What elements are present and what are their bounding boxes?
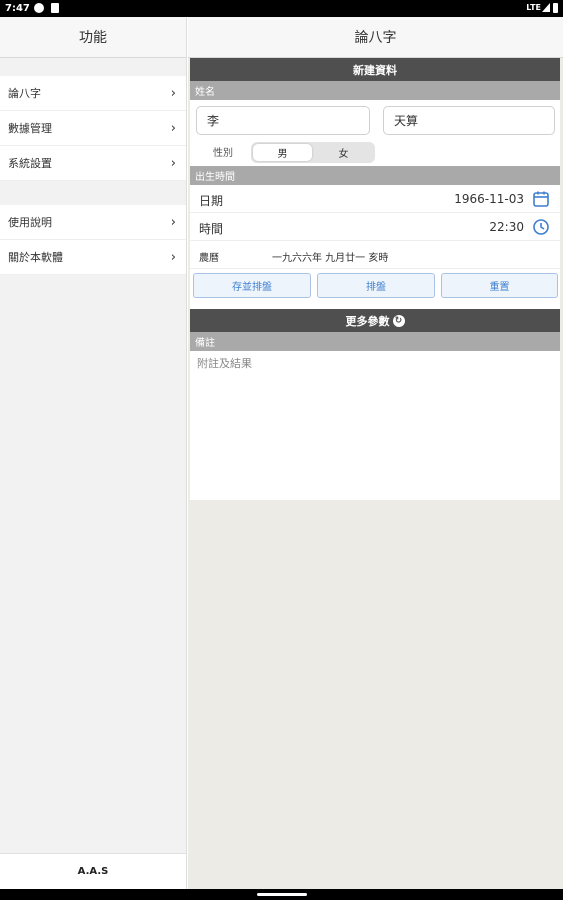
status-bar: 7:47 LTE <box>0 0 563 17</box>
sim-icon <box>51 3 59 13</box>
sidebar-item-settings[interactable]: 系統設置 › <box>0 146 186 181</box>
sidebar-item-about[interactable]: 關於本軟體 › <box>0 240 186 275</box>
home-handle[interactable] <box>257 893 307 896</box>
sidebar-footer: A.A.S <box>0 853 186 889</box>
reset-button[interactable]: 重置 <box>441 273 558 298</box>
page-title: 論八字 <box>188 17 563 58</box>
signal-icon <box>542 3 550 12</box>
gender-segmented-control: 男 女 <box>251 142 375 163</box>
chevron-right-icon: › <box>170 155 176 171</box>
sidebar-item-label: 使用說明 <box>8 216 52 229</box>
section-header-new: 新建資料 <box>190 58 560 81</box>
sidebar-group-main: 論八字 › 數據管理 › 系統設置 › <box>0 76 186 181</box>
app: 功能 論八字 › 數據管理 › 系統設置 › 使用說明 › 關於本軟體 › A.… <box>0 17 563 889</box>
time-label: 時間 <box>199 222 224 236</box>
lunar-row: 農曆 一九六六年 九月廿一 亥時 <box>190 241 560 269</box>
given-name-input[interactable]: 天算 <box>383 106 555 135</box>
chart-button[interactable]: 排盤 <box>317 273 435 298</box>
chevron-right-icon: › <box>170 120 176 136</box>
name-section-label: 姓名 <box>190 81 560 100</box>
surname-input[interactable]: 李 <box>196 106 370 135</box>
more-params-bar[interactable]: 更多參數 ↻ <box>190 309 560 332</box>
battery-icon <box>553 3 558 13</box>
name-row: 李 天算 <box>190 100 560 136</box>
lunar-value: 一九六六年 九月廿一 亥時 <box>272 253 389 264</box>
sidebar-item-label: 關於本軟體 <box>8 251 63 264</box>
sidebar-item-bazi[interactable]: 論八字 › <box>0 76 186 111</box>
sidebar-gap <box>0 181 186 205</box>
action-buttons: 存並排盤 排盤 重置 <box>190 269 560 305</box>
date-label: 日期 <box>199 194 224 208</box>
lunar-label: 農曆 <box>199 253 219 264</box>
info-icon[interactable]: ↻ <box>392 314 405 327</box>
calendar-icon[interactable] <box>532 190 550 208</box>
sidebar-item-help[interactable]: 使用說明 › <box>0 205 186 240</box>
sidebar-item-data-management[interactable]: 數據管理 › <box>0 111 186 146</box>
date-row[interactable]: 日期 1966-11-03 <box>190 185 560 213</box>
chevron-right-icon: › <box>170 214 176 230</box>
status-time: 7:47 <box>5 3 30 14</box>
gender-option-male[interactable]: 男 <box>253 144 312 161</box>
birth-section-label: 出生時間 <box>190 166 560 185</box>
notification-icon <box>34 3 44 13</box>
save-and-chart-button[interactable]: 存並排盤 <box>193 273 311 298</box>
gender-label: 性別 <box>213 148 233 159</box>
main-panel: 論八字 新建資料 姓名 李 天算 性別 男 女 出生時間 日期 1966-11-… <box>188 17 563 889</box>
chevron-right-icon: › <box>170 249 176 265</box>
sidebar-title: 功能 <box>0 17 186 58</box>
notes-section-label: 備註 <box>190 332 560 351</box>
notes-textarea[interactable]: 附註及結果 <box>190 351 560 501</box>
date-value[interactable]: 1966-11-03 <box>454 192 524 206</box>
chevron-right-icon: › <box>170 85 176 101</box>
system-nav-bar <box>0 889 563 900</box>
sidebar-group-help: 使用說明 › 關於本軟體 › <box>0 205 186 275</box>
sidebar-item-label: 數據管理 <box>8 122 52 135</box>
time-value[interactable]: 22:30 <box>489 220 524 234</box>
gender-row: 性別 男 女 <box>190 136 560 166</box>
sidebar-item-label: 系統設置 <box>8 157 52 170</box>
more-params-label: 更多參數 <box>345 314 390 328</box>
sidebar: 功能 論八字 › 數據管理 › 系統設置 › 使用說明 › 關於本軟體 › A.… <box>0 17 187 889</box>
new-record-card: 新建資料 姓名 李 天算 性別 男 女 出生時間 日期 1966-11-03 時… <box>190 58 560 500</box>
sidebar-item-label: 論八字 <box>8 87 41 100</box>
time-row[interactable]: 時間 22:30 <box>190 213 560 241</box>
clock-icon[interactable] <box>532 218 550 236</box>
gender-option-female[interactable]: 女 <box>314 144 373 161</box>
network-type: LTE <box>526 3 541 12</box>
